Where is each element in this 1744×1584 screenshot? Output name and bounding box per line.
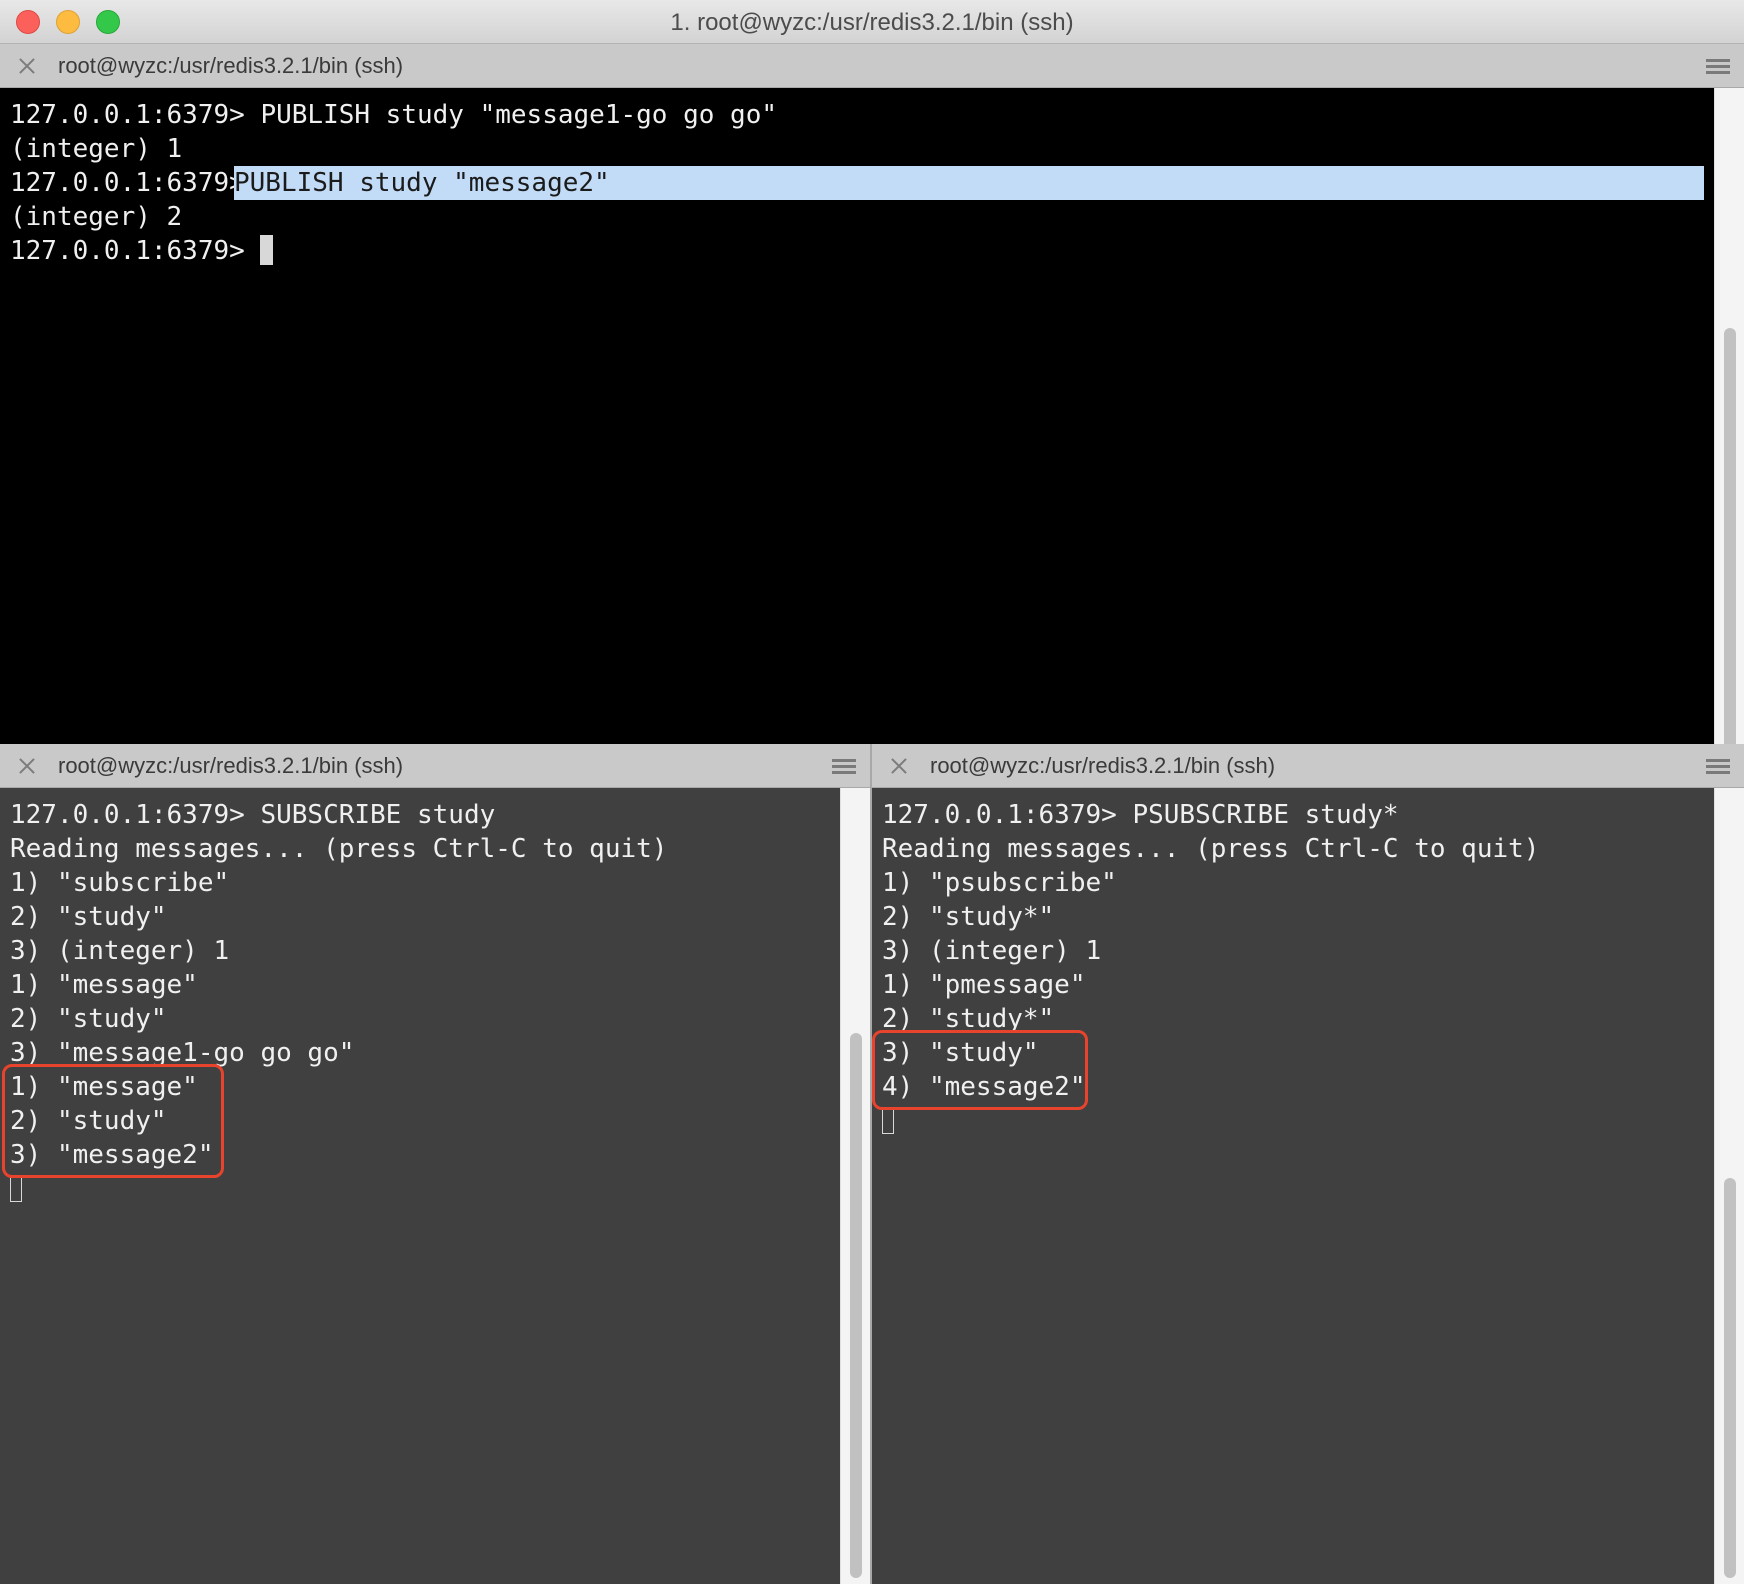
scrollbar[interactable] [840, 788, 870, 1584]
terminal-line: Reading messages... (press Ctrl-C to qui… [10, 834, 668, 864]
scroll-thumb[interactable] [1724, 328, 1736, 778]
highlight-box [872, 1030, 1088, 1110]
pane-title: root@wyzc:/usr/redis3.2.1/bin (ssh) [58, 753, 404, 778]
terminal-line: 2) "study*" [882, 902, 1055, 932]
terminal-line: 127.0.0.1:6379> [10, 234, 274, 268]
cursor [882, 1108, 894, 1134]
window-title-bar: 1. root@wyzc:/usr/redis3.2.1/bin (ssh) [0, 0, 1744, 44]
terminal-line: 3) (integer) 1 [10, 936, 230, 966]
bottom-right-terminal-pane[interactable]: root@wyzc:/usr/redis3.2.1/bin (ssh) 127.… [872, 744, 1744, 1584]
cursor [260, 235, 274, 265]
pane-title: root@wyzc:/usr/redis3.2.1/bin (ssh) [58, 53, 404, 78]
terminal-line: 127.0.0.1:6379> SUBSCRIBE study [10, 800, 496, 830]
hamburger-menu-icon[interactable] [1706, 759, 1730, 775]
terminal-output-top[interactable]: 127.0.0.1:6379> PUBLISH study "message1-… [0, 88, 1714, 744]
terminal-output-bottom-left[interactable]: 127.0.0.1:6379> SUBSCRIBE study Reading … [0, 788, 840, 1584]
pane-title: root@wyzc:/usr/redis3.2.1/bin (ssh) [930, 753, 1276, 778]
terminal-output-bottom-right[interactable]: 127.0.0.1:6379> PSUBSCRIBE study* Readin… [872, 788, 1714, 1584]
cursor [10, 1176, 22, 1202]
scrollbar[interactable] [1714, 88, 1744, 778]
scroll-thumb[interactable] [850, 1033, 862, 1578]
close-icon[interactable] [890, 757, 908, 775]
terminal-line: 2) "study" [10, 902, 167, 932]
terminal-line: Reading messages... (press Ctrl-C to qui… [882, 834, 1540, 864]
scroll-thumb[interactable] [1724, 1178, 1736, 1578]
highlight-box [2, 1064, 224, 1178]
pane-header-top: root@wyzc:/usr/redis3.2.1/bin (ssh) [0, 44, 1744, 88]
scrollbar[interactable] [1714, 788, 1744, 1584]
pane-header-bottom-right: root@wyzc:/usr/redis3.2.1/bin (ssh) [872, 744, 1744, 788]
selected-text: PUBLISH study "message2" [234, 166, 1704, 200]
hamburger-menu-icon[interactable] [1706, 59, 1730, 75]
terminal-line: 127.0.0.1:6379> PSUBSCRIBE study* [882, 800, 1399, 830]
terminal-line: 3) (integer) 1 [882, 936, 1102, 966]
terminal-line: (integer) 1 [10, 134, 183, 164]
terminal-line: 1) "psubscribe" [882, 868, 1117, 898]
terminal-line: 1) "pmessage" [882, 970, 1086, 1000]
pane-header-bottom-left: root@wyzc:/usr/redis3.2.1/bin (ssh) [0, 744, 870, 788]
terminal-line: 1) "subscribe" [10, 868, 230, 898]
terminal-line: 127.0.0.1:6379> PUBLISH study "message1-… [10, 100, 778, 130]
terminal-line: (integer) 2 [10, 202, 183, 232]
hamburger-menu-icon[interactable] [832, 759, 856, 775]
terminal-line: 1) "message" [10, 970, 198, 1000]
close-icon[interactable] [18, 757, 36, 775]
window-title: 1. root@wyzc:/usr/redis3.2.1/bin (ssh) [670, 9, 1074, 36]
top-terminal-pane[interactable]: root@wyzc:/usr/redis3.2.1/bin (ssh) 127.… [0, 44, 1744, 778]
bottom-left-terminal-pane[interactable]: root@wyzc:/usr/redis3.2.1/bin (ssh) 127.… [0, 744, 870, 1584]
terminal-line: 2) "study" [10, 1004, 167, 1034]
terminal-line: 127.0.0.1:6379> [10, 168, 261, 198]
close-icon[interactable] [18, 57, 36, 75]
